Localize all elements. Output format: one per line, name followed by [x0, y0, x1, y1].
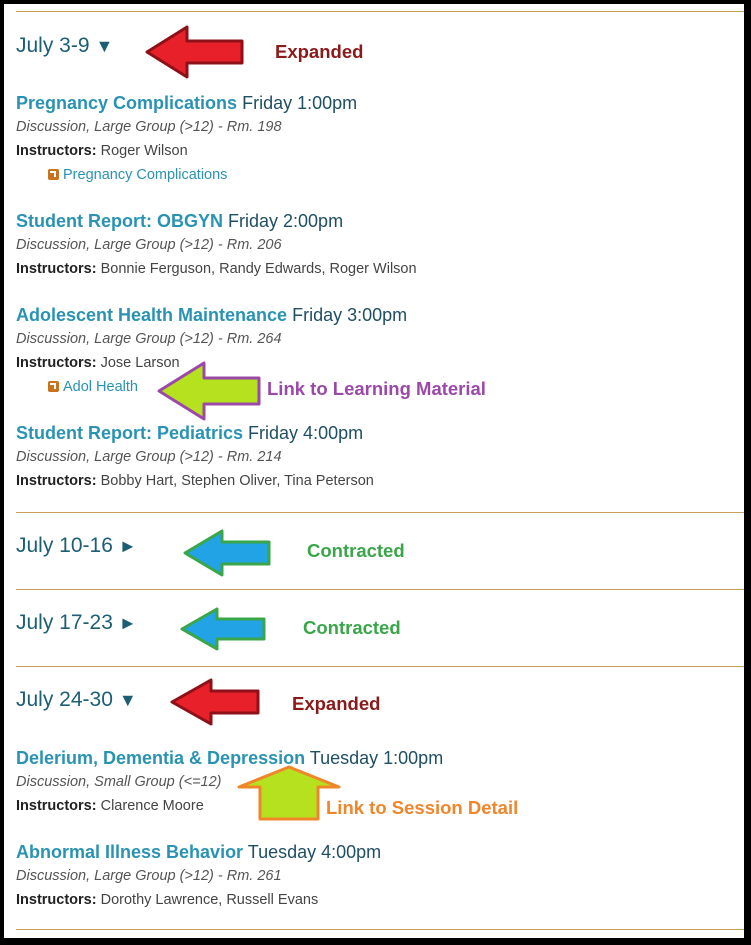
session-title-link[interactable]: Student Report: Pediatrics: [16, 423, 243, 443]
collapse-triangle-icon[interactable]: ▼: [119, 690, 137, 710]
left-arrow-icon: [157, 361, 261, 421]
week-label: July 3-9: [16, 34, 90, 57]
expand-triangle-icon[interactable]: ►: [119, 536, 137, 556]
learning-material-link[interactable]: Adol Health: [63, 379, 138, 395]
instructor-names: Bobby Hart, Stephen Oliver, Tina Peterso…: [100, 473, 374, 489]
session-instructors: Instructors: Jose Larson: [16, 354, 716, 372]
left-arrow-icon: [183, 529, 271, 577]
left-arrow-icon: [180, 607, 266, 651]
annotation-session-detail: Link to Session Detail: [326, 797, 519, 818]
session-type: Discussion, Large Group (>12) - Rm. 214: [16, 449, 282, 465]
session-time: Friday 4:00pm: [248, 423, 364, 443]
instructor-names: Clarence Moore: [100, 798, 204, 814]
session-instructors: Instructors: Bobby Hart, Stephen Oliver,…: [16, 472, 716, 490]
learning-material-link[interactable]: Pregnancy Complications: [63, 167, 227, 183]
week-header-july-10-16[interactable]: July 10-16 ►: [16, 534, 137, 558]
session-type: Discussion, Large Group (>12) - Rm. 198: [16, 119, 282, 135]
instructors-label: Instructors:: [16, 143, 97, 159]
session-instructors: Instructors: Dorothy Lawrence, Russell E…: [16, 891, 716, 909]
divider: [16, 512, 744, 513]
session-type: Discussion, Small Group (<=12): [16, 774, 222, 790]
external-link-icon: [48, 169, 59, 180]
session-time: Tuesday 4:00pm: [247, 842, 382, 862]
external-link-icon: [48, 381, 59, 392]
left-arrow-icon: [145, 25, 244, 79]
session-type: Discussion, Large Group (>12) - Rm. 206: [16, 237, 282, 253]
session-item: Student Report: Pediatrics Friday 4:00pm…: [16, 422, 716, 490]
expand-triangle-icon[interactable]: ►: [119, 613, 137, 633]
week-label: July 10-16: [16, 534, 113, 557]
instructors-label: Instructors:: [16, 261, 97, 277]
instructors-label: Instructors:: [16, 892, 97, 908]
session-instructors: Instructors: Roger Wilson: [16, 142, 716, 160]
week-header-july-3-9[interactable]: July 3-9 ▼: [16, 34, 113, 58]
instructors-label: Instructors:: [16, 473, 97, 489]
divider: [16, 666, 744, 667]
instructor-names: Bonnie Ferguson, Randy Edwards, Roger Wi…: [100, 261, 417, 277]
annotation-contracted: Contracted: [303, 617, 401, 638]
session-time: Friday 3:00pm: [292, 305, 408, 325]
session-type: Discussion, Large Group (>12) - Rm. 264: [16, 331, 282, 347]
instructor-names: Roger Wilson: [100, 143, 188, 159]
session-title-link[interactable]: Pregnancy Complications: [16, 93, 237, 113]
session-item: Pregnancy Complications Friday 1:00pm Di…: [16, 92, 716, 184]
divider: [16, 929, 744, 930]
annotation-expanded: Expanded: [292, 693, 381, 714]
session-title-link[interactable]: Abnormal Illness Behavior: [16, 842, 243, 862]
schedule-panel: July 3-9 ▼ Pregnancy Complications Friday…: [4, 4, 744, 938]
instructors-label: Instructors:: [16, 798, 97, 814]
session-item: Student Report: OBGYN Friday 2:00pm Disc…: [16, 210, 716, 278]
session-title-link[interactable]: Student Report: OBGYN: [16, 211, 223, 231]
week-header-july-17-23[interactable]: July 17-23 ►: [16, 611, 137, 635]
week-label: July 17-23: [16, 611, 113, 634]
session-title-link[interactable]: Adolescent Health Maintenance: [16, 305, 287, 325]
session-time: Friday 2:00pm: [228, 211, 344, 231]
collapse-triangle-icon[interactable]: ▼: [96, 36, 114, 56]
divider: [16, 589, 744, 590]
instructor-names: Dorothy Lawrence, Russell Evans: [100, 892, 319, 908]
left-arrow-icon: [170, 678, 260, 726]
annotation-contracted: Contracted: [307, 540, 405, 561]
week-header-july-24-30[interactable]: July 24-30 ▼: [16, 688, 137, 712]
session-type: Discussion, Large Group (>12) - Rm. 261: [16, 868, 282, 884]
divider: [16, 11, 744, 12]
session-time: Friday 1:00pm: [242, 93, 358, 113]
annotation-expanded: Expanded: [275, 41, 364, 62]
week-label: July 24-30: [16, 688, 113, 711]
instructors-label: Instructors:: [16, 355, 97, 371]
session-item: Abnormal Illness Behavior Tuesday 4:00pm…: [16, 841, 716, 909]
session-instructors: Instructors: Bonnie Ferguson, Randy Edwa…: [16, 260, 716, 278]
annotation-learning-material: Link to Learning Material: [267, 378, 486, 399]
